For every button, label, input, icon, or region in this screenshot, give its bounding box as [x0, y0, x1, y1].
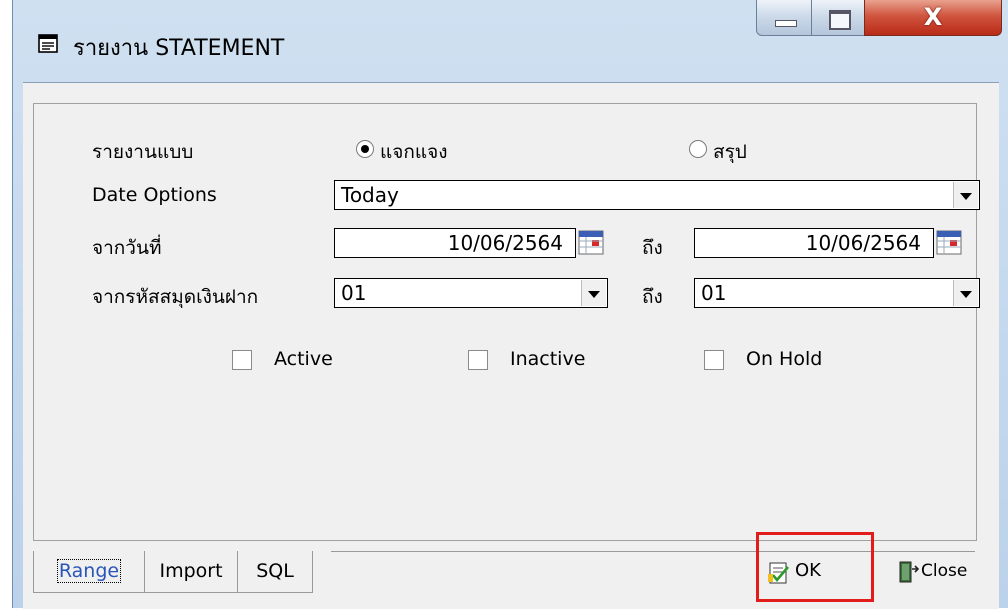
date-options-label: Date Options	[92, 184, 217, 206]
tab-sql[interactable]: SQL	[237, 551, 313, 593]
tab-strip: Range Import SQL	[33, 551, 331, 593]
inactive-checkbox[interactable]	[468, 350, 488, 370]
calendar-icon[interactable]	[936, 229, 962, 255]
close-icon: X	[923, 3, 943, 31]
account-range-label: จากรหัสสมุดเงินฝาก	[92, 286, 259, 308]
account-to-value: 01	[701, 281, 727, 305]
radio-summary[interactable]	[689, 140, 707, 158]
active-checkbox[interactable]	[232, 350, 252, 370]
ok-highlight-box	[756, 532, 874, 602]
range-panel: รายงานแบบ แจกแจง สรุป Date Options Today…	[33, 103, 980, 541]
date-options-select[interactable]: Today	[334, 180, 980, 210]
chevron-down-icon[interactable]	[953, 182, 978, 208]
tab-import-label: Import	[159, 560, 223, 582]
report-icon	[38, 34, 58, 53]
exit-door-icon	[899, 561, 920, 583]
date-from-input[interactable]: 10/06/2564	[334, 228, 576, 258]
client-area: รายงานแบบ แจกแจง สรุป Date Options Today…	[23, 82, 999, 609]
calendar-icon[interactable]	[578, 229, 604, 255]
date-range-label: จากวันที่	[92, 237, 162, 259]
tab-range[interactable]: Range	[33, 551, 145, 593]
chevron-down-icon[interactable]	[953, 280, 978, 306]
account-from-select[interactable]: 01	[334, 278, 608, 308]
statement-report-window: รายงาน STATEMENT X รายงานแบบ แจกแจง สรุป…	[12, 0, 1008, 609]
date-to-input[interactable]: 10/06/2564	[694, 228, 934, 258]
radio-summary-label[interactable]: สรุป	[713, 137, 747, 167]
close-button[interactable]: Close	[897, 551, 997, 593]
account-to-label: ถึง	[642, 286, 663, 308]
close-label: Close	[921, 561, 968, 581]
tab-import[interactable]: Import	[144, 551, 238, 593]
inactive-label[interactable]: Inactive	[510, 348, 585, 370]
minimize-icon	[775, 20, 797, 27]
tab-sql-label: SQL	[256, 560, 294, 582]
maximize-button[interactable]	[811, 0, 865, 36]
window-title: รายงาน STATEMENT	[73, 36, 285, 61]
tab-range-label: Range	[56, 559, 122, 583]
title-bar[interactable]: รายงาน STATEMENT X	[13, 0, 1008, 84]
close-window-button[interactable]: X	[864, 0, 1002, 36]
maximize-icon	[829, 10, 851, 30]
radio-detail[interactable]	[356, 140, 374, 158]
active-label[interactable]: Active	[274, 348, 333, 370]
chevron-down-icon[interactable]	[581, 280, 606, 306]
date-to-label: ถึง	[642, 237, 663, 259]
account-from-value: 01	[341, 281, 367, 305]
on-hold-checkbox[interactable]	[704, 350, 724, 370]
bottom-divider	[331, 551, 975, 552]
date-options-value: Today	[341, 183, 399, 207]
account-to-select[interactable]: 01	[694, 278, 980, 308]
report-type-label: รายงานแบบ	[92, 141, 194, 163]
minimize-button[interactable]	[756, 0, 812, 36]
radio-detail-label[interactable]: แจกแจง	[380, 137, 448, 167]
on-hold-label[interactable]: On Hold	[746, 348, 822, 370]
